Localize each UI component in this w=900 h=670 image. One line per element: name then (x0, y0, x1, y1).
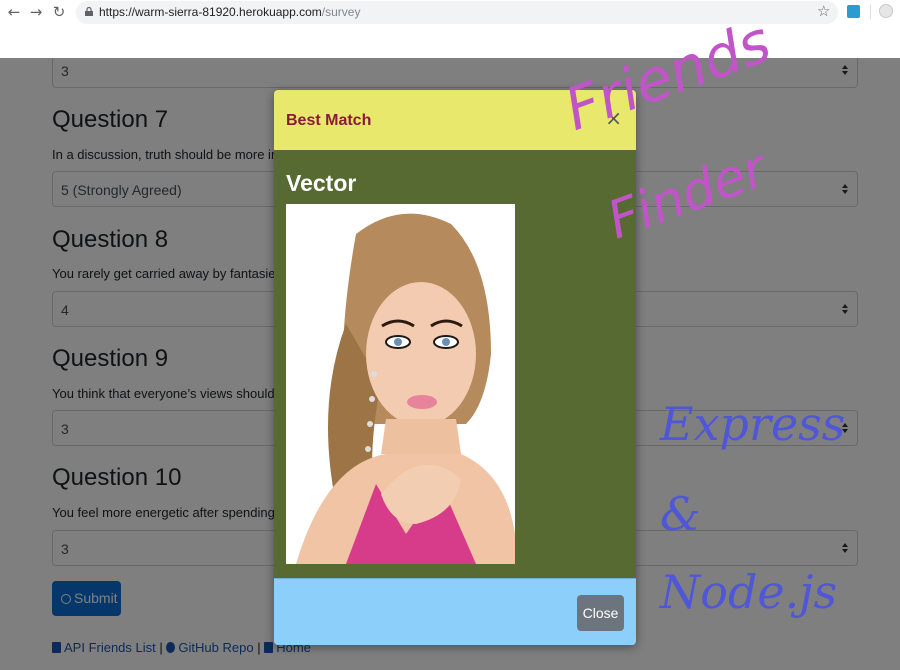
modal-footer: Close (274, 578, 636, 645)
toolbar-divider (870, 5, 871, 19)
best-match-modal: Best Match × Vector Close (274, 90, 636, 645)
watermark-node: Node.js (660, 565, 838, 619)
back-arrow-icon[interactable]: ← (6, 4, 22, 20)
match-photo-illustration (286, 204, 515, 564)
modal-title: Best Match (286, 112, 372, 129)
watermark-ampersand: & (660, 487, 701, 541)
profile-avatar[interactable] (879, 4, 893, 18)
forward-arrow-icon[interactable]: → (28, 4, 44, 20)
lock-icon (85, 7, 93, 16)
reload-icon[interactable]: ↻ (51, 4, 67, 20)
match-photo (286, 204, 515, 564)
url-text: https://warm-sierra-81920.herokuapp.com/… (99, 5, 361, 19)
close-button[interactable]: Close (577, 595, 624, 631)
modal-body: Vector (274, 150, 636, 578)
match-name: Vector (286, 170, 357, 196)
watermark-express: Express (660, 397, 846, 451)
extension-icon[interactable] (847, 5, 860, 18)
star-icon[interactable]: ☆ (817, 2, 830, 20)
